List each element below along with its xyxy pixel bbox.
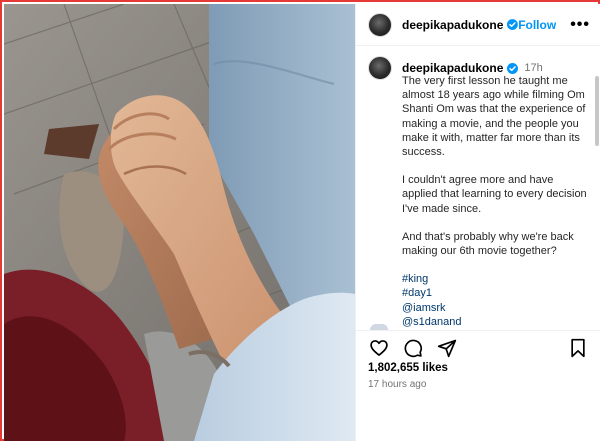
mention-link[interactable]: @iamsrk [402, 301, 589, 315]
bookmark-icon[interactable] [567, 337, 589, 359]
comment-icon[interactable] [402, 337, 424, 359]
post-modal-frame: deepikapadukone Follow ••• deepikapaduko… [0, 0, 600, 441]
caption-text: The very first lesson he taught me almos… [402, 74, 589, 329]
post-timestamp[interactable]: 17 hours ago [368, 379, 426, 390]
hashtag-link[interactable]: #king [402, 272, 589, 286]
post-actions [356, 334, 600, 362]
more-options-icon[interactable]: ••• [570, 16, 590, 33]
caption-username[interactable]: deepikapadukone [402, 61, 503, 75]
avatar[interactable] [368, 12, 392, 37]
mention-link[interactable]: @s1danand [402, 315, 589, 329]
caption-paragraph: I couldn't agree more and have applied t… [402, 174, 587, 215]
post-side-panel: deepikapadukone Follow ••• deepikapaduko… [355, 4, 600, 441]
post-photo[interactable] [4, 4, 355, 441]
follow-button[interactable]: Follow [518, 18, 556, 32]
share-icon[interactable] [436, 337, 458, 359]
actions-divider [356, 330, 600, 331]
heart-icon[interactable] [368, 337, 390, 359]
caption-timestamp[interactable]: 17h [524, 62, 542, 74]
holding-hands-photo [4, 4, 355, 441]
caption-paragraph: The very first lesson he taught me almos… [402, 75, 586, 159]
caption-avatar[interactable] [368, 56, 392, 80]
caption-area: deepikapadukone 17h The very first lesso… [356, 46, 600, 329]
likes-count[interactable]: 1,802,655 likes [368, 362, 448, 374]
caption-scrollbar[interactable] [595, 76, 599, 146]
header-username[interactable]: deepikapadukone [402, 18, 503, 32]
post-header: deepikapadukone Follow ••• [356, 4, 600, 46]
hashtag-link[interactable]: #day1 [402, 286, 589, 300]
caption-paragraph: And that's probably why we're back makin… [402, 230, 574, 258]
verified-badge-icon [507, 19, 519, 30]
verified-badge-icon [507, 62, 519, 74]
